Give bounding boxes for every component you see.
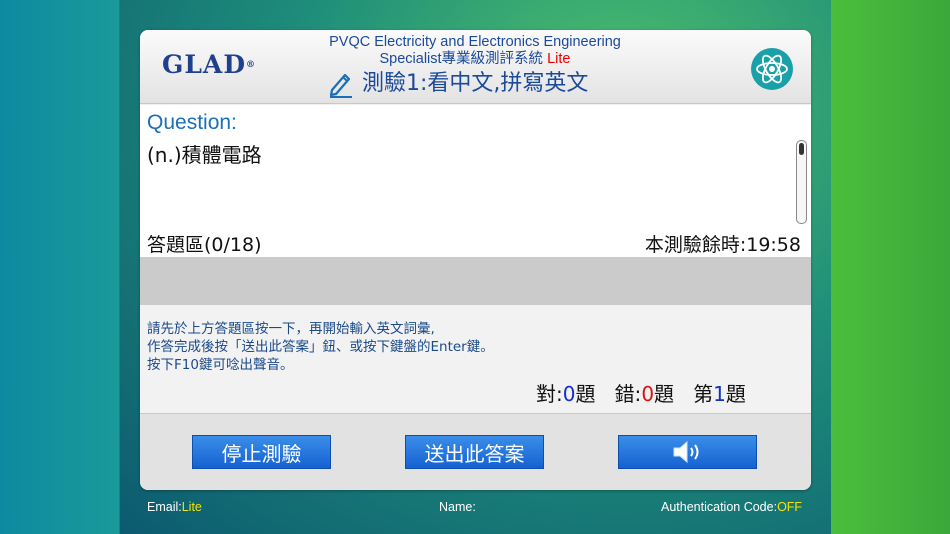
question-label: Question: xyxy=(147,111,237,134)
atom-icon[interactable] xyxy=(751,48,793,90)
instruction-line: 作答完成後按「送出此答案」鈕、或按下鍵盤的Enter鍵。 xyxy=(147,339,494,355)
instructions: 請先於上方答題區按一下，再開始輸入英文詞彙, 作答完成後按「送出此答案」鈕、或按… xyxy=(147,320,494,374)
system-title-line1: PVQC Electricity and Electronics Enginee… xyxy=(329,34,621,50)
instruction-line: 按下F10鍵可唸出聲音。 xyxy=(147,357,294,373)
quiz-panel: GLAD® PVQC Electricity and Electronics E… xyxy=(140,30,811,490)
auth-value: OFF xyxy=(777,500,803,514)
speaker-icon xyxy=(673,440,698,464)
time-remaining: 本測驗餘時:19:58 xyxy=(644,234,801,256)
name-label: Name: xyxy=(439,500,476,514)
question-scrollbar[interactable] xyxy=(796,140,807,224)
question-text: (n.)積體電路 xyxy=(147,143,262,167)
instruction-line: 請先於上方答題區按一下，再開始輸入英文詞彙, xyxy=(147,321,435,337)
play-sound-button[interactable] xyxy=(618,435,757,469)
system-title-line2: Specialist專業級測評系統 Lite xyxy=(379,51,571,67)
answer-input[interactable] xyxy=(140,257,811,305)
stop-test-button[interactable]: 停止測驗 xyxy=(192,435,331,469)
pencil-icon xyxy=(329,73,352,98)
test-title-text: 測驗1:看中文,拼寫英文 xyxy=(362,71,589,96)
submit-answer-button[interactable]: 送出此答案 xyxy=(405,435,544,469)
wrong-count: 0 xyxy=(641,382,655,406)
correct-label: 對: xyxy=(536,382,563,406)
email-value: Lite xyxy=(181,500,202,514)
unit-label: 題 xyxy=(654,382,675,406)
glad-logo: GLAD® xyxy=(162,50,257,79)
test-title: 測驗1:看中文,拼寫英文 xyxy=(328,68,588,100)
auth-info: Authentication Code:OFF xyxy=(661,500,803,514)
question-area: Question: (n.)積體電路 答題區(0/18) 本測驗餘時:19:58 xyxy=(140,105,811,257)
atom-glyph xyxy=(756,54,788,84)
button-bar: 停止測驗 送出此答案 xyxy=(140,413,811,490)
question-number: 1 xyxy=(713,382,726,406)
system-title: PVQC Electricity and Electronics Enginee… xyxy=(290,34,660,68)
scrollbar-thumb[interactable] xyxy=(799,143,804,155)
answer-progress-label: 答題區(0/18) xyxy=(147,234,262,256)
question-prefix: 第 xyxy=(693,382,714,406)
unit-label: 題 xyxy=(725,382,746,406)
score-summary: 對:0題 錯:0題 第1題 xyxy=(536,378,746,407)
lite-tag: Lite xyxy=(547,51,571,67)
unit-label: 題 xyxy=(575,382,596,406)
header: GLAD® PVQC Electricity and Electronics E… xyxy=(140,30,811,104)
email-info: Email:Lite xyxy=(147,500,202,514)
wrong-label: 錯: xyxy=(614,382,642,406)
correct-count: 0 xyxy=(562,382,576,406)
